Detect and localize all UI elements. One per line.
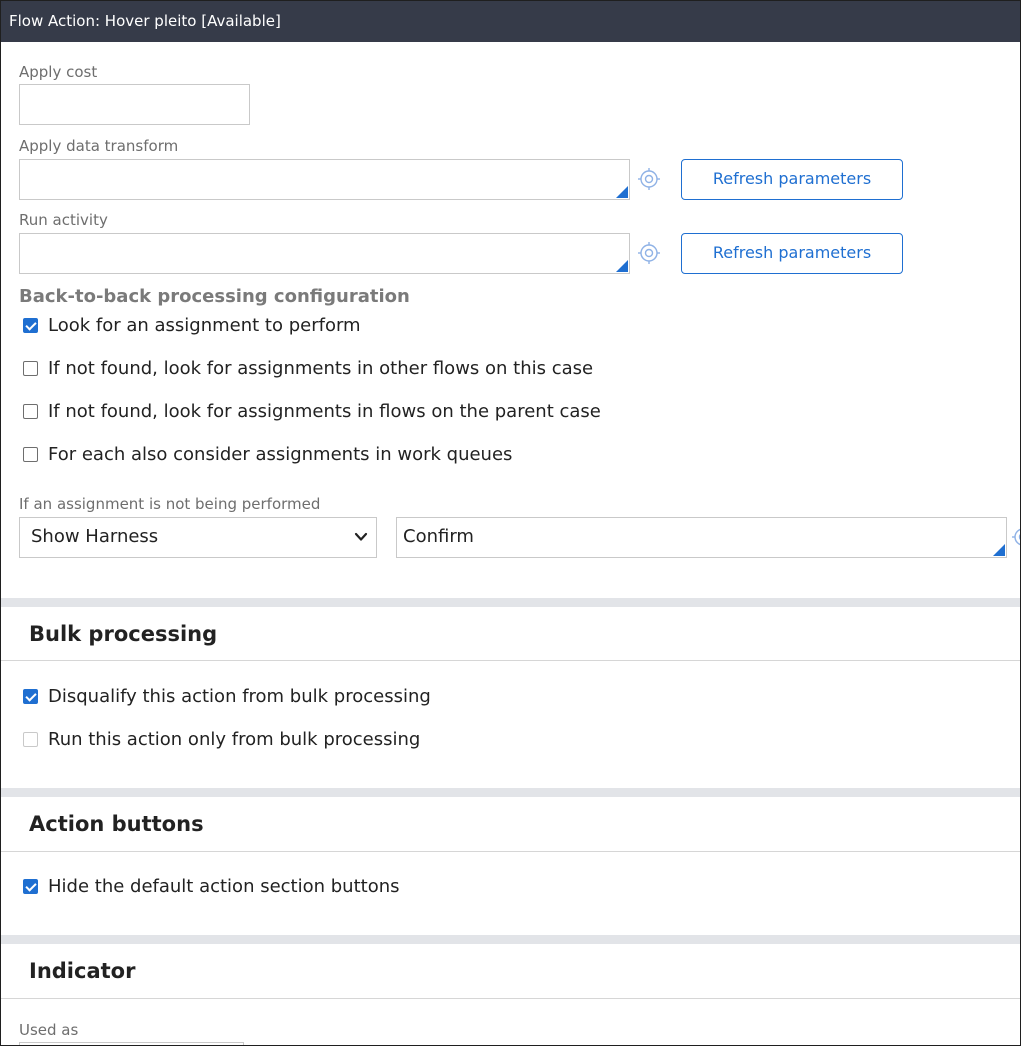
checkbox-icon[interactable]: [23, 688, 38, 704]
apply-data-transform-input[interactable]: [19, 159, 630, 200]
harness-name-input[interactable]: Confirm: [396, 517, 1007, 558]
apply-cost-label: Apply cost: [19, 63, 98, 81]
crosshair-icon[interactable]: [1011, 525, 1021, 549]
checkbox-icon[interactable]: [23, 317, 38, 333]
action-buttons-title: Action buttons: [29, 812, 204, 836]
used-as-input[interactable]: [19, 1042, 244, 1045]
not-performed-label: If an assignment is not being performed: [19, 495, 321, 513]
flow-action-window: Flow Action: Hover pleito [Available] Ap…: [0, 0, 1021, 1046]
section-separator: [1, 935, 1020, 944]
run-activity-input[interactable]: [19, 233, 630, 274]
refresh-parameters-button[interactable]: Refresh parameters: [681, 233, 903, 274]
checkbox-label: For each also consider assignments in wo…: [48, 443, 513, 465]
autocomplete-corner-icon: [616, 260, 628, 272]
checkbox-label: If not found, look for assignments in ot…: [48, 357, 594, 379]
checkbox-icon[interactable]: [23, 878, 38, 894]
checkbox-icon[interactable]: [23, 731, 38, 747]
indicator-title: Indicator: [29, 959, 136, 983]
divider: [1, 660, 1020, 661]
bulk-only-checkbox[interactable]: Run this action only from bulk processin…: [23, 727, 420, 751]
harness-select[interactable]: Show Harness: [19, 517, 377, 558]
crosshair-icon[interactable]: [637, 167, 661, 191]
checkbox-label: Hide the default action section buttons: [48, 875, 400, 897]
hide-default-buttons-checkbox[interactable]: Hide the default action section buttons: [23, 874, 400, 898]
work-queues-checkbox[interactable]: For each also consider assignments in wo…: [23, 442, 512, 466]
divider: [1, 998, 1020, 999]
apply-cost-input[interactable]: [19, 84, 250, 125]
parent-case-checkbox[interactable]: If not found, look for assignments in fl…: [23, 399, 601, 423]
back-to-back-heading: Back-to-back processing configuration: [19, 286, 410, 307]
checkbox-icon[interactable]: [23, 360, 38, 376]
harness-name-value: Confirm: [403, 526, 474, 547]
bulk-processing-title: Bulk processing: [29, 622, 218, 646]
checkbox-icon[interactable]: [23, 403, 38, 419]
apply-data-transform-label: Apply data transform: [19, 137, 179, 155]
checkbox-label: Disqualify this action from bulk process…: [48, 685, 431, 707]
autocomplete-corner-icon: [993, 544, 1005, 556]
checkbox-icon[interactable]: [23, 446, 38, 462]
checkbox-label: Run this action only from bulk processin…: [48, 728, 421, 750]
used-as-label: Used as: [19, 1021, 79, 1039]
checkbox-label: If not found, look for assignments in fl…: [48, 400, 601, 422]
section-separator: [1, 788, 1020, 797]
refresh-parameters-button[interactable]: Refresh parameters: [681, 159, 903, 200]
harness-select-value: Show Harness: [31, 526, 159, 547]
look-for-assignment-checkbox[interactable]: Look for an assignment to perform: [23, 313, 361, 337]
run-activity-label: Run activity: [19, 211, 108, 229]
autocomplete-corner-icon: [616, 186, 628, 198]
divider: [1, 851, 1020, 852]
crosshair-icon[interactable]: [637, 241, 661, 265]
other-flows-checkbox[interactable]: If not found, look for assignments in ot…: [23, 356, 593, 380]
section-separator: [1, 598, 1020, 607]
window-title: Flow Action: Hover pleito [Available]: [1, 1, 1020, 42]
disqualify-bulk-checkbox[interactable]: Disqualify this action from bulk process…: [23, 684, 431, 708]
chevron-down-icon: [354, 532, 368, 541]
checkbox-label: Look for an assignment to perform: [48, 314, 361, 336]
